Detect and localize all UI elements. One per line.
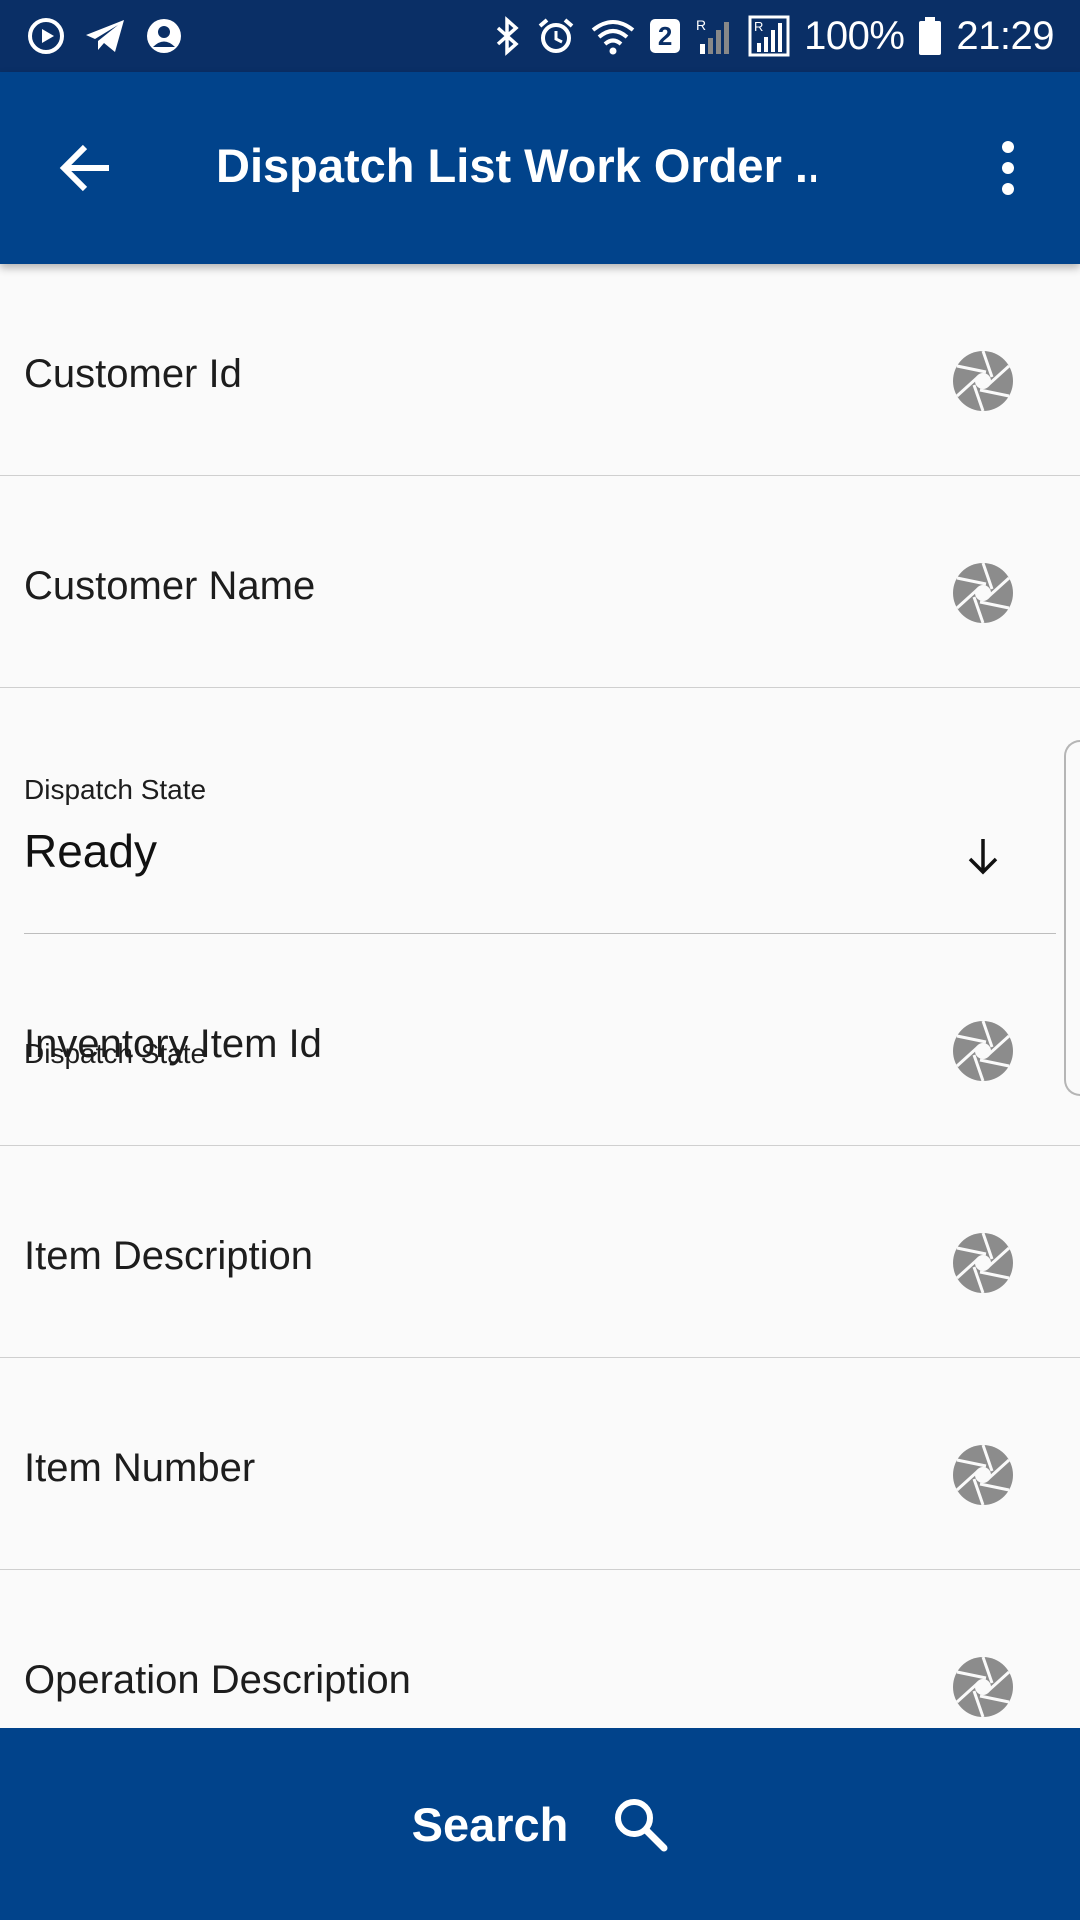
field-customer-name[interactable]: Customer Name: [0, 476, 1080, 688]
dispatch-state-title: Dispatch State: [24, 774, 207, 805]
search-button[interactable]: Search: [0, 1728, 1080, 1920]
aperture-icon[interactable]: [952, 350, 1014, 412]
edge-panel-handle[interactable]: [1064, 740, 1080, 1096]
aperture-icon[interactable]: [952, 562, 1014, 624]
search-icon: [615, 1799, 668, 1852]
aperture-icon[interactable]: [952, 1656, 1014, 1718]
signal-icon: R: [696, 17, 730, 54]
bluetooth-icon: [496, 16, 519, 56]
field-label: Operation Description: [24, 1658, 411, 1702]
sim-badge: 2: [650, 19, 681, 53]
search-form: Customer Id Customer Name Dispatch State…: [0, 264, 1080, 1728]
play-icon: [28, 18, 64, 54]
field-label: Item Description: [24, 1234, 313, 1278]
svg-text:R: R: [754, 19, 763, 34]
battery-percent: 100%: [804, 13, 905, 58]
notification-icons: [26, 16, 184, 56]
aperture-icon[interactable]: [952, 1444, 1014, 1506]
field-label: Inventory Item Id: [24, 1022, 322, 1066]
app-bar: Dispatch List Work Order ...: [0, 72, 1080, 264]
status-bar: 2 R R 100% 21:29: [0, 0, 1080, 72]
field-inventory-item-id[interactable]: Inventory Item Id: [0, 934, 1080, 1146]
clock: 21:29: [956, 13, 1054, 58]
field-item-description[interactable]: Item Description: [0, 1146, 1080, 1358]
field-item-number[interactable]: Item Number: [0, 1358, 1080, 1570]
field-customer-id[interactable]: Customer Id: [0, 264, 1080, 476]
field-label: Item Number: [24, 1446, 256, 1490]
more-vert-icon: [1002, 141, 1014, 195]
arrow-back-icon: [59, 144, 109, 192]
dispatch-state-value: Ready: [24, 825, 157, 877]
aperture-icon[interactable]: [952, 1020, 1014, 1082]
field-label: Customer Name: [24, 564, 316, 608]
back-button[interactable]: [48, 130, 124, 206]
search-label: Search: [411, 1797, 569, 1851]
account-icon: [147, 19, 181, 53]
overflow-menu-button[interactable]: [990, 130, 1026, 206]
page-title: Dispatch List Work Order ...: [216, 139, 816, 192]
wifi-icon: [591, 20, 635, 55]
svg-text:R: R: [696, 17, 706, 33]
telegram-icon: [86, 20, 124, 52]
field-label: Customer Id: [24, 352, 242, 396]
arrow-down-icon[interactable]: [966, 836, 1000, 876]
field-operation-description[interactable]: Operation Description: [0, 1570, 1080, 1728]
alarm-icon: [538, 18, 574, 53]
battery-icon: [919, 17, 942, 55]
signal-icon: R: [748, 15, 790, 57]
system-icons: 2 R R 100% 21:29: [492, 14, 1054, 59]
aperture-icon[interactable]: [952, 1232, 1014, 1294]
